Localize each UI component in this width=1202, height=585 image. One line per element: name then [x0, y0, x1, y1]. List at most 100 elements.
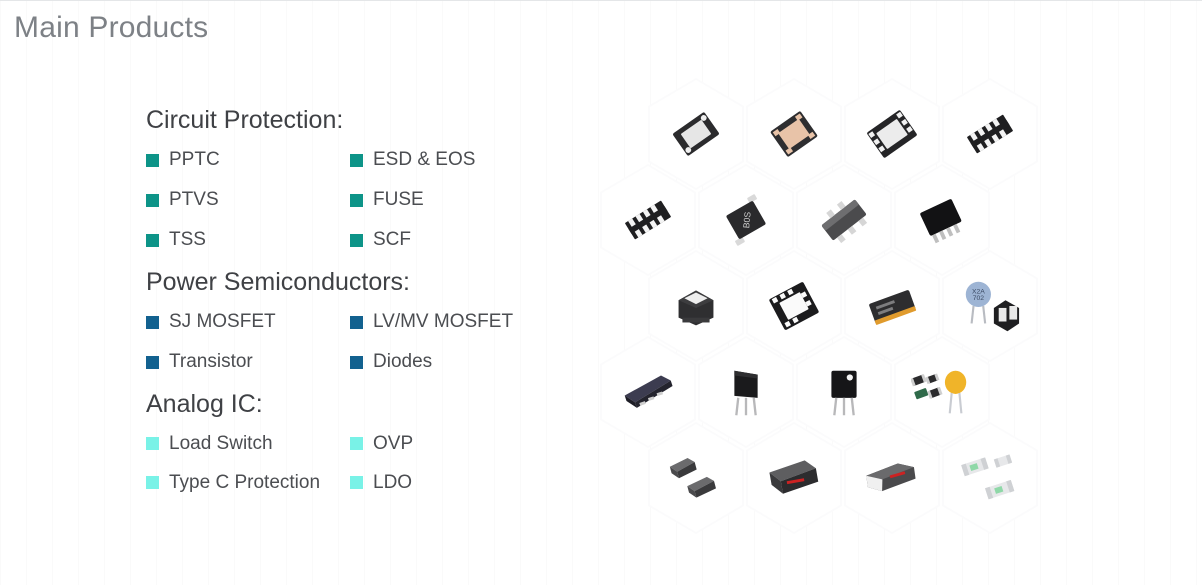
chip-resistors-disc-cap-icon: [911, 361, 973, 423]
group-heading: Circuit Protection:: [146, 106, 344, 134]
product-item-pptc[interactable]: PPTC: [146, 149, 350, 171]
to-220f-transistor-icon: [813, 361, 875, 423]
group-rows: SJ MOSFET LV/MV MOSFET Transistor Diodes: [146, 302, 586, 382]
product-item-esd-eos[interactable]: ESD & EOS: [350, 149, 475, 171]
product-row: SJ MOSFET LV/MV MOSFET: [146, 302, 586, 342]
bullet-square-icon: [146, 315, 159, 329]
product-item-sj-mosfet[interactable]: SJ MOSFET: [146, 311, 350, 333]
svg-text:702: 702: [973, 295, 985, 302]
product-group-circuit-protection: Circuit Protection: PPTC ESD & EOS PTVS …: [146, 104, 586, 260]
power-inductor-icon: [665, 275, 727, 337]
honeycomb-cell-inner: [650, 424, 742, 532]
dfn-flat-board-icon: [617, 361, 679, 423]
product-row: PPTC ESD & EOS: [146, 140, 586, 180]
svg-text:B0S: B0S: [741, 211, 752, 228]
product-item-scf[interactable]: SCF: [350, 229, 411, 251]
product-item-ptvs[interactable]: PTVS: [146, 189, 350, 211]
bullet-square-icon: [146, 437, 159, 450]
top-divider: [0, 0, 1202, 1]
product-item-label: OVP: [373, 432, 414, 454]
product-item-tss[interactable]: TSS: [146, 229, 350, 251]
product-item-lv-mv-mosfet[interactable]: LV/MV MOSFET: [350, 311, 513, 333]
sma-diode-red-icon: [763, 447, 825, 509]
bullet-square-icon: [146, 476, 159, 489]
bullet-square-icon: [350, 355, 363, 369]
group-heading: Power Semiconductors:: [146, 268, 411, 296]
ceramic-fuses-icon: [959, 447, 1021, 509]
product-item-label: SJ MOSFET: [169, 311, 276, 332]
dfn-package-dark-icon: [665, 103, 727, 165]
product-item-label: LDO: [373, 471, 413, 493]
bullet-square-icon: [350, 233, 363, 247]
sop-gullwing-array-icon: [959, 103, 1021, 165]
product-group-power-semiconductors: Power Semiconductors: SJ MOSFET LV/MV MO…: [146, 266, 586, 382]
smd-module-orange-icon: [861, 275, 923, 337]
product-item-diodes[interactable]: Diodes: [350, 351, 432, 373]
product-item-label: PTVS: [169, 189, 219, 210]
product-row: Type C Protection LDO: [146, 463, 586, 502]
honeycomb-cell-inner: [846, 424, 938, 532]
group-rows: PPTC ESD & EOS PTVS FUSE TSS SCF: [146, 140, 586, 260]
product-row: Transistor Diodes: [146, 342, 586, 382]
sop-gullwing-array-icon: [617, 189, 679, 251]
product-image-honeycomb: B0S X2A 702: [600, 78, 1094, 578]
honeycomb-cell-inner: X2A 702: [944, 252, 1036, 360]
page-title: Main Products: [14, 11, 209, 44]
honeycomb-cell-inner: [896, 338, 988, 446]
honeycomb-cell-inner: [650, 252, 742, 360]
disc-varistor-blue-icon: X2A 702: [959, 275, 1021, 337]
smb-diode-pair-icon: [665, 447, 727, 509]
qfn-package-copper-icon: [763, 103, 825, 165]
dfn8-package-dark-icon: [861, 103, 923, 165]
product-item-label: Transistor: [169, 351, 253, 372]
product-item-fuse[interactable]: FUSE: [350, 189, 424, 211]
product-item-label: SCF: [373, 229, 411, 250]
honeycomb-cell-inner: [650, 80, 742, 188]
honeycomb-cell-inner: [748, 424, 840, 532]
product-item-label: Diodes: [373, 351, 433, 372]
bullet-square-icon: [350, 315, 363, 329]
bullet-square-icon: [350, 153, 363, 167]
honeycomb-cell-inner: [700, 338, 792, 446]
product-item-ldo[interactable]: LDO: [350, 472, 412, 494]
product-item-label: FUSE: [373, 189, 424, 210]
product-row: Load Switch OVP: [146, 424, 586, 463]
honeycomb-cell-inner: [846, 80, 938, 188]
product-item-label: PPTC: [169, 149, 220, 170]
product-item-load-switch[interactable]: Load Switch: [146, 433, 350, 455]
bullet-square-icon: [146, 153, 159, 167]
product-item-type-c-protection[interactable]: Type C Protection: [146, 472, 350, 494]
honeycomb-cell-inner: [944, 424, 1036, 532]
bullet-square-icon: [350, 437, 363, 450]
sot-transistor-icon: [813, 189, 875, 251]
product-category-list: Circuit Protection: PPTC ESD & EOS PTVS …: [146, 104, 586, 508]
product-item-label: LV/MV MOSFET: [373, 311, 514, 332]
bullet-square-icon: [350, 476, 363, 489]
bullet-square-icon: [146, 193, 159, 207]
product-row: TSS SCF: [146, 220, 586, 260]
honeycomb-cell-inner: [846, 252, 938, 360]
soic8-package-icon: [911, 189, 973, 251]
product-item-transistor[interactable]: Transistor: [146, 351, 350, 373]
honeycomb-cell-inner: [944, 80, 1036, 188]
product-item-ovp[interactable]: OVP: [350, 433, 413, 455]
product-item-label: Type C Protection: [169, 471, 321, 493]
smaf-diode-icon: [861, 447, 923, 509]
group-rows: Load Switch OVP Type C Protection LDO: [146, 424, 586, 502]
honeycomb-cell-inner: [798, 166, 890, 274]
product-item-label: ESD & EOS: [373, 149, 476, 170]
product-item-label: Load Switch: [169, 432, 273, 454]
bullet-square-icon: [146, 355, 159, 369]
to-220-transistor-icon: [715, 361, 777, 423]
group-heading: Analog IC:: [146, 390, 263, 418]
slide-root: Main Products Circuit Protection: PPTC E…: [0, 0, 1202, 585]
honeycomb-cell-inner: [896, 166, 988, 274]
product-row: PTVS FUSE: [146, 180, 586, 220]
product-item-label: TSS: [169, 229, 206, 250]
honeycomb-cell-inner: B0S: [700, 166, 792, 274]
honeycomb-cell-inner: [602, 338, 694, 446]
bullet-square-icon: [350, 193, 363, 207]
qfn-white-pad-icon: [763, 275, 825, 337]
honeycomb-cell-inner: [798, 338, 890, 446]
bullet-square-icon: [146, 233, 159, 247]
